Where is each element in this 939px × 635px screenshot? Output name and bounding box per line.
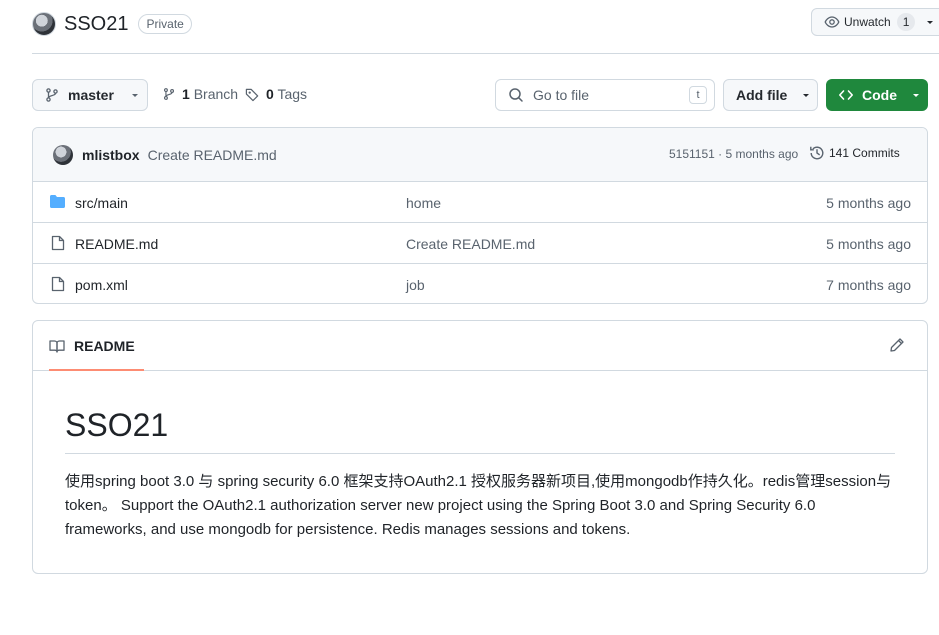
add-file-button[interactable]: Add file bbox=[723, 79, 818, 111]
repo-name[interactable]: SSO21 bbox=[64, 13, 128, 36]
branch-name: master bbox=[68, 87, 114, 103]
readme-panel: README SSO21 使用spring boot 3.0 与 spring … bbox=[32, 320, 928, 574]
latest-commit-bar: mlistbox Create README.md 5151151 · 5 mo… bbox=[33, 128, 927, 182]
file-age: 5 months ago bbox=[826, 195, 911, 211]
file-icon bbox=[51, 276, 65, 292]
chevron-down-icon bbox=[801, 90, 811, 100]
file-commit-message[interactable]: home bbox=[406, 195, 441, 211]
file-name[interactable]: src/main bbox=[75, 195, 128, 211]
chevron-down-icon bbox=[911, 90, 921, 100]
table-row[interactable]: pom.xml job 7 months ago bbox=[33, 264, 927, 303]
visibility-badge: Private bbox=[138, 14, 192, 34]
code-icon bbox=[838, 87, 854, 103]
table-row[interactable]: README.md Create README.md 5 months ago bbox=[33, 223, 927, 264]
file-commit-message[interactable]: Create README.md bbox=[406, 236, 535, 252]
tag-icon bbox=[245, 87, 260, 102]
folder-icon bbox=[49, 194, 66, 209]
branches-link[interactable]: 1 Branch bbox=[162, 86, 238, 102]
branch-label: Branch bbox=[193, 86, 239, 102]
commit-meta[interactable]: 5151151 · 5 months ago bbox=[669, 147, 798, 161]
tag-count: 0 bbox=[266, 86, 274, 102]
table-row[interactable]: src/main home 5 months ago bbox=[33, 182, 927, 223]
unwatch-label: Unwatch bbox=[844, 15, 891, 29]
readme-tabbar: README bbox=[33, 321, 927, 371]
active-tab-indicator bbox=[49, 369, 144, 371]
readme-heading: SSO21 bbox=[65, 405, 895, 454]
history-icon bbox=[809, 145, 825, 161]
book-icon bbox=[49, 338, 65, 354]
readme-body: 使用spring boot 3.0 与 spring security 6.0 … bbox=[65, 473, 892, 538]
file-name[interactable]: pom.xml bbox=[75, 277, 128, 293]
header-divider bbox=[32, 53, 939, 54]
git-branch-icon bbox=[162, 86, 176, 102]
search-placeholder: Go to file bbox=[533, 87, 590, 103]
tags-link[interactable]: 0 Tags bbox=[245, 86, 307, 102]
file-age: 7 months ago bbox=[826, 277, 911, 293]
watch-count: 1 bbox=[896, 13, 916, 31]
commits-count-label: 141 Commits bbox=[829, 146, 900, 160]
avatar[interactable] bbox=[53, 144, 73, 165]
code-label: Code bbox=[862, 87, 897, 103]
file-age: 5 months ago bbox=[826, 236, 911, 252]
keyboard-shortcut-hint: t bbox=[689, 86, 707, 104]
tag-label: Tags bbox=[277, 86, 308, 102]
unwatch-button[interactable]: Unwatch 1 bbox=[811, 8, 939, 36]
commit-message[interactable]: Create README.md bbox=[148, 147, 277, 163]
file-name[interactable]: README.md bbox=[75, 236, 158, 252]
eye-icon bbox=[824, 14, 840, 30]
code-button[interactable]: Code bbox=[826, 79, 928, 111]
commit-author[interactable]: mlistbox bbox=[82, 147, 140, 163]
repo-header: SSO21 Private bbox=[32, 10, 192, 38]
chevron-down-icon bbox=[925, 17, 935, 27]
readme-tab-label: README bbox=[74, 337, 135, 354]
owner-avatar[interactable] bbox=[32, 12, 56, 36]
go-to-file-input[interactable]: Go to file t bbox=[495, 79, 715, 111]
search-icon bbox=[508, 87, 524, 103]
file-commit-message[interactable]: job bbox=[406, 277, 425, 293]
git-branch-icon bbox=[44, 87, 60, 103]
pencil-icon[interactable] bbox=[889, 337, 905, 353]
file-icon bbox=[51, 235, 65, 251]
tab-readme[interactable]: README bbox=[41, 321, 144, 371]
add-file-label: Add file bbox=[736, 87, 788, 103]
file-table: mlistbox Create README.md 5151151 · 5 mo… bbox=[32, 127, 928, 304]
branch-select-button[interactable]: master bbox=[32, 79, 148, 111]
branch-count: 1 bbox=[182, 86, 190, 102]
chevron-down-icon bbox=[130, 90, 140, 100]
commits-history-link[interactable]: 141 Commits bbox=[809, 145, 900, 161]
